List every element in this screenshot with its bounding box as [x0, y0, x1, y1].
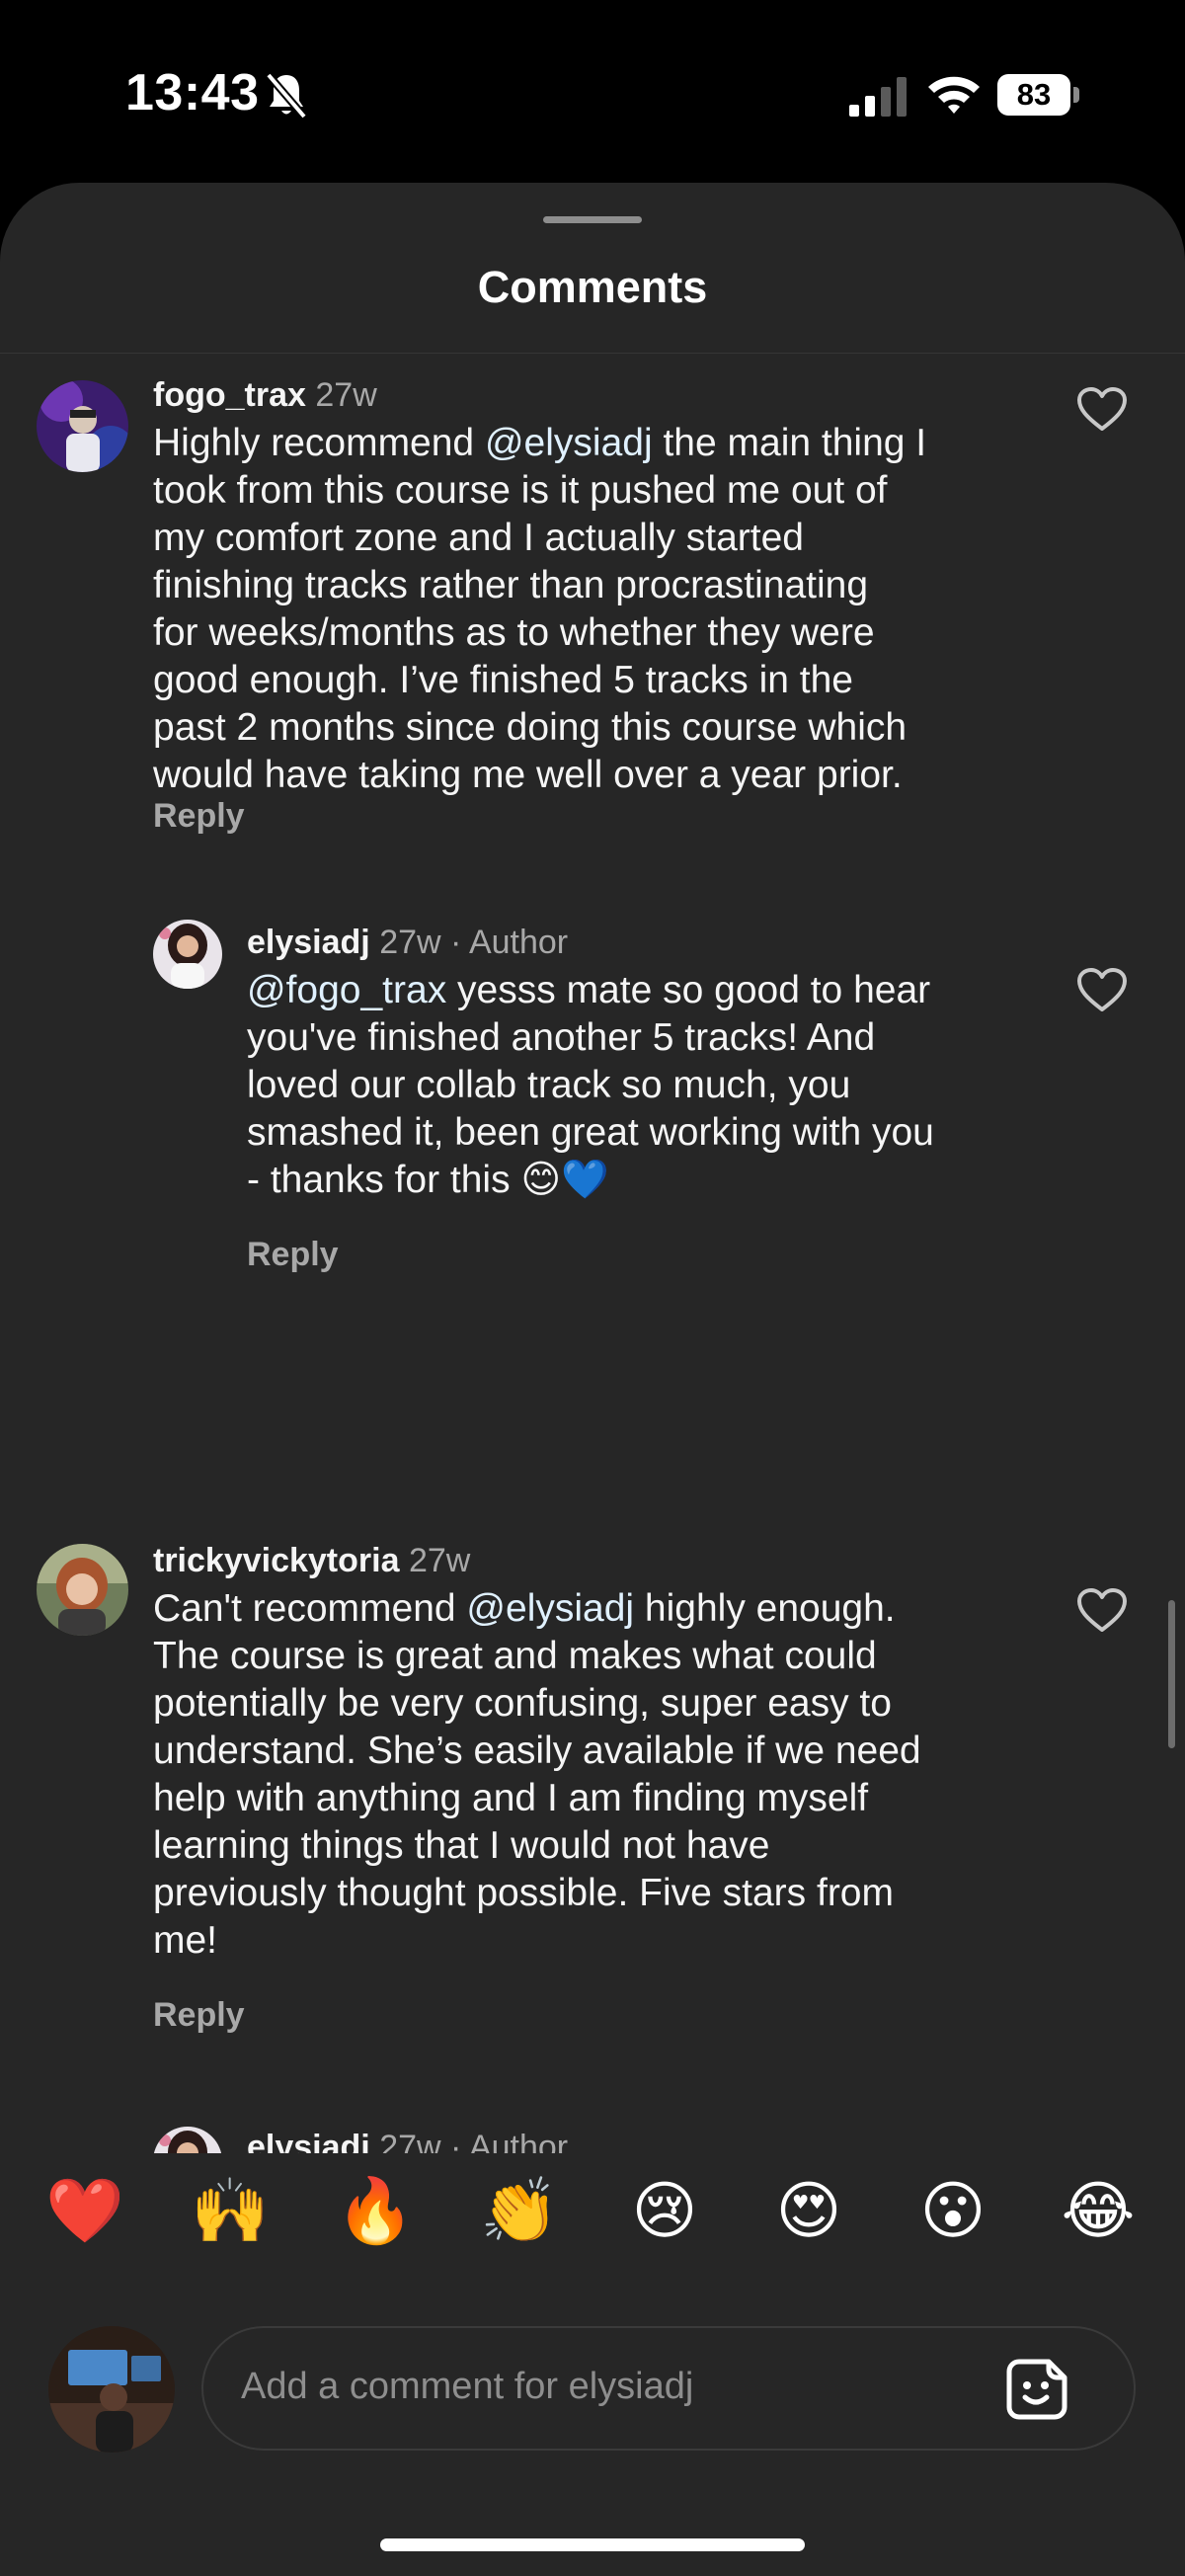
reaction-fire[interactable]: 🔥 — [336, 2171, 415, 2250]
reply-button[interactable]: Reply — [153, 1996, 245, 2035]
comment-text-segment: potentially be very confusing, super eas… — [153, 1682, 892, 1725]
comment-line: help with anything and I am finding myse… — [153, 1775, 1042, 1822]
avatar[interactable] — [153, 2127, 222, 2153]
comment-line: @fogo_trax yesss mate so good to hear — [247, 967, 1066, 1014]
comment-username[interactable]: trickyvickytoria — [153, 1542, 400, 1579]
comment-text-segment: Can't recommend — [153, 1587, 467, 1630]
comment-text-segment: highly enough. — [634, 1587, 896, 1630]
comment-text-segment: help with anything and I am finding myse… — [153, 1777, 869, 1819]
reaction-surprised[interactable]: 😮 — [913, 2171, 992, 2250]
reaction-heart-eyes[interactable]: 😍 — [769, 2171, 848, 2250]
bell-slash-icon — [265, 72, 308, 120]
avatar[interactable] — [37, 1544, 128, 1636]
status-time: 13:43 — [125, 64, 260, 121]
comment-time: 27w — [379, 2129, 441, 2153]
reaction-clapping[interactable]: 👏 — [480, 2171, 559, 2250]
mention-link[interactable]: @fogo_trax — [247, 969, 446, 1011]
comment-text-segment: The course is great and makes what could — [153, 1635, 877, 1677]
comment-input[interactable]: Add a comment for elysiadj — [201, 2326, 1136, 2451]
reaction-crying[interactable]: 😢 — [625, 2171, 704, 2250]
comment-list[interactable]: fogo_trax 27w Highly recommend @elysiadj… — [0, 354, 1185, 2153]
comment-line: Can't recommend @elysiadj highly enough. — [153, 1585, 1042, 1633]
comment-line: smashed it, been great working with you — [247, 1109, 1066, 1157]
comment-text-segment: smashed it, been great working with you — [247, 1111, 934, 1154]
comment-line: loved our collab track so much, you — [247, 1062, 1066, 1109]
battery-level: 83 — [997, 74, 1070, 116]
comment-text-segment: you've finished another 5 tracks! And — [247, 1016, 876, 1059]
comment-text-segment: yesss mate so good to hear — [446, 969, 931, 1011]
comment-text-segment: understand. She’s easily available if we… — [153, 1730, 921, 1772]
sticker-smile-icon[interactable] — [1005, 2358, 1068, 2421]
comment-line: potentially be very confusing, super eas… — [153, 1680, 1042, 1728]
comment-time: 27w — [408, 1542, 471, 1579]
reply-button[interactable]: Reply — [247, 1236, 339, 1274]
battery-tip — [1073, 87, 1079, 103]
reaction-heart[interactable]: ❤️ — [45, 2171, 124, 2250]
quick-reaction-bar — [0, 2153, 1185, 2321]
wifi-icon — [928, 76, 980, 114]
comment-input-placeholder: Add a comment for elysiadj — [241, 2366, 694, 2407]
current-user-avatar — [48, 2326, 175, 2453]
comment-line: understand. She’s easily available if we… — [153, 1728, 1042, 1775]
comment-line: The course is great and makes what could — [153, 1633, 1042, 1680]
comment-line: you've finished another 5 tracks! And — [247, 1014, 1066, 1062]
reaction-laughing[interactable]: 😂 — [1059, 2171, 1138, 2250]
status-bar: 13:43 83 — [0, 0, 1185, 188]
scrollbar[interactable] — [1168, 1600, 1175, 1748]
battery-indicator: 83 — [997, 74, 1080, 116]
reaction-raised-hands[interactable]: 🙌 — [191, 2171, 270, 2250]
comment-text-segment: me! — [153, 1919, 218, 1962]
mention-link[interactable]: @elysiadj — [466, 1587, 634, 1630]
comment-meta: elysiadj 27w · Author — [247, 2129, 568, 2153]
comment-text: @fogo_trax yesss mate so good to hear you… — [247, 967, 1066, 1204]
author-separator: · — [450, 2129, 462, 2153]
comment-line: learning things that I would not have — [153, 1822, 1042, 1870]
comment-text: Can't recommend @elysiadj highly enough.… — [153, 1585, 1042, 1965]
author-badge: Author — [468, 2129, 569, 2153]
comment-line: previously thought possible. Five stars … — [153, 1870, 1042, 1917]
comment-text-segment: learning things that I would not have — [153, 1824, 770, 1867]
comment-text-segment: loved our collab track so much, you — [247, 1064, 851, 1106]
cellular-signal-icon — [849, 77, 907, 117]
home-indicator[interactable] — [380, 2538, 805, 2551]
comment-text-segment: - thanks for this 😊💙 — [247, 1159, 609, 1201]
comment-username[interactable]: elysiadj — [247, 2129, 370, 2153]
comment-line: me! — [153, 1917, 1042, 1965]
heart-outline-icon[interactable] — [1076, 1587, 1128, 1633]
comment-line: - thanks for this 😊💙 — [247, 1157, 1066, 1204]
sheet-grabber[interactable] — [543, 216, 642, 223]
reply-comment-item: elysiadj 27w · Author @trickyvickytoria … — [0, 354, 1185, 2153]
comment-meta: trickyvickytoria 27w — [153, 1542, 470, 1580]
comment-text-segment: previously thought possible. Five stars … — [153, 1872, 894, 1914]
sheet-title: Comments — [477, 262, 708, 312]
heart-outline-icon[interactable] — [1076, 967, 1128, 1012]
